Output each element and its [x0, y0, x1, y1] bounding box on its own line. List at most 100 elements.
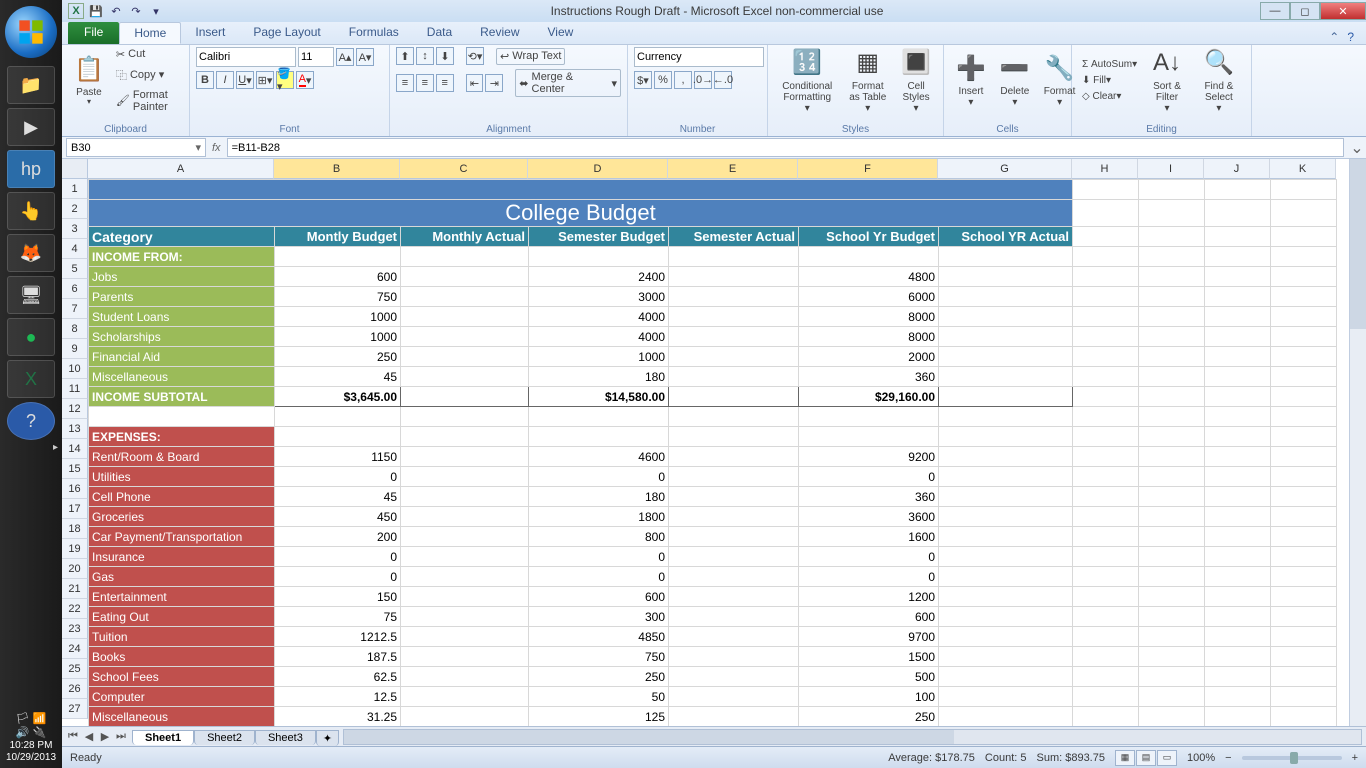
- clock-date[interactable]: 10/29/2013: [0, 752, 62, 763]
- taskbar-app-hp[interactable]: hp: [7, 150, 55, 188]
- row-headers[interactable]: 1234567891011121314151617181920212223242…: [62, 179, 88, 726]
- tray-icons-2[interactable]: 🔊 🔌: [0, 726, 62, 739]
- decrease-indent-icon[interactable]: ⇤: [466, 74, 484, 92]
- sheet-tab-3[interactable]: Sheet3: [255, 730, 316, 745]
- sheet-tab-1[interactable]: Sheet1: [132, 730, 194, 745]
- formula-bar[interactable]: =B11-B28: [227, 138, 1344, 157]
- taskbar-app-spotify[interactable]: ●: [7, 318, 55, 356]
- taskbar-app-touch[interactable]: 👆: [7, 192, 55, 230]
- autosum-button[interactable]: Σ AutoSum▾: [1078, 57, 1141, 72]
- close-button[interactable]: ✕: [1320, 2, 1366, 20]
- zoom-slider[interactable]: [1242, 756, 1342, 760]
- paste-icon: 📋: [74, 53, 104, 87]
- taskbar-help[interactable]: ?: [7, 402, 55, 440]
- underline-button[interactable]: U▾: [236, 71, 254, 89]
- taskbar-app-explorer[interactable]: 📁: [7, 66, 55, 104]
- percent-icon[interactable]: %: [654, 71, 672, 89]
- start-button[interactable]: [5, 6, 57, 58]
- page-layout-view-icon[interactable]: ▤: [1136, 750, 1156, 766]
- font-color-button[interactable]: A▾: [296, 71, 314, 89]
- insert-cells-button[interactable]: ➕Insert▾: [950, 49, 992, 111]
- clear-button[interactable]: ◇ Clear▾: [1078, 89, 1141, 104]
- vertical-scrollbar[interactable]: [1349, 159, 1366, 726]
- align-left-icon[interactable]: ≡: [396, 74, 414, 92]
- taskbar-app-firefox[interactable]: 🦊: [7, 234, 55, 272]
- italic-button[interactable]: I: [216, 71, 234, 89]
- page-break-view-icon[interactable]: ▭: [1157, 750, 1177, 766]
- zoom-level[interactable]: 100%: [1187, 752, 1215, 764]
- expand-formula-bar-icon[interactable]: ⌄: [1348, 137, 1366, 158]
- taskbar-app-excel[interactable]: X: [7, 360, 55, 398]
- tab-insert[interactable]: Insert: [181, 22, 239, 44]
- undo-icon[interactable]: ↶: [108, 3, 124, 19]
- chevron-down-icon[interactable]: ▾: [195, 141, 201, 154]
- align-middle-icon[interactable]: ↕: [416, 47, 434, 65]
- tab-page-layout[interactable]: Page Layout: [239, 22, 334, 44]
- zoom-in-icon[interactable]: +: [1352, 752, 1358, 764]
- align-top-icon[interactable]: ⬆: [396, 47, 414, 65]
- wrap-text-button[interactable]: ↩ Wrap Text: [496, 48, 565, 65]
- currency-icon[interactable]: $▾: [634, 71, 652, 89]
- first-sheet-icon[interactable]: ⏮: [66, 730, 80, 743]
- align-right-icon[interactable]: ≡: [436, 74, 454, 92]
- decrease-decimal-icon[interactable]: ←.0: [714, 71, 732, 89]
- align-center-icon[interactable]: ≡: [416, 74, 434, 92]
- last-sheet-icon[interactable]: ⏭: [114, 730, 128, 743]
- prev-sheet-icon[interactable]: ◀: [82, 730, 96, 743]
- maximize-button[interactable]: ◻: [1290, 2, 1320, 20]
- bold-button[interactable]: B: [196, 71, 214, 89]
- next-sheet-icon[interactable]: ▶: [98, 730, 112, 743]
- fill-color-button[interactable]: 🪣▾: [276, 71, 294, 89]
- tab-view[interactable]: View: [534, 22, 588, 44]
- decrease-font-icon[interactable]: A▾: [356, 48, 374, 66]
- cut-button[interactable]: ✂ Cut: [112, 46, 183, 63]
- scissors-icon: ✂: [116, 48, 125, 61]
- fx-icon[interactable]: fx: [212, 142, 221, 154]
- increase-font-icon[interactable]: A▴: [336, 48, 354, 66]
- new-sheet-button[interactable]: ✦: [316, 730, 339, 746]
- paste-button[interactable]: 📋Paste▾: [68, 50, 110, 110]
- tab-file[interactable]: File: [68, 22, 119, 44]
- align-bottom-icon[interactable]: ⬇: [436, 47, 454, 65]
- copy-button[interactable]: ⿻ Copy ▾: [112, 65, 183, 85]
- name-box[interactable]: B30▾: [66, 138, 206, 157]
- merge-center-button[interactable]: ⬌ Merge & Center ▾: [515, 69, 621, 97]
- find-select-button[interactable]: 🔍Find & Select▾: [1193, 44, 1245, 117]
- save-icon[interactable]: 💾: [88, 3, 104, 19]
- taskbar-app-media[interactable]: ▶: [7, 108, 55, 146]
- format-painter-button[interactable]: 🖌 Format Painter: [112, 87, 183, 115]
- conditional-formatting-button[interactable]: 🔢Conditional Formatting▾: [774, 44, 840, 117]
- taskbar-app-monitor[interactable]: 🖥: [7, 276, 55, 314]
- delete-cells-button[interactable]: ➖Delete▾: [994, 49, 1036, 111]
- format-as-table-button[interactable]: ▦Format as Table▾: [842, 44, 893, 117]
- font-size-select[interactable]: [298, 47, 334, 67]
- cell-styles-button[interactable]: 🔳Cell Styles▾: [895, 44, 937, 117]
- zoom-out-icon[interactable]: −: [1225, 752, 1231, 764]
- sheet-cells[interactable]: College BudgetCategoryMontly BudgetMonth…: [88, 179, 1337, 726]
- select-all-corner[interactable]: [62, 159, 88, 179]
- fill-button[interactable]: ⬇ Fill▾: [1078, 73, 1141, 88]
- increase-indent-icon[interactable]: ⇥: [485, 74, 503, 92]
- normal-view-icon[interactable]: ▦: [1115, 750, 1135, 766]
- tab-review[interactable]: Review: [466, 22, 533, 44]
- tab-home[interactable]: Home: [119, 22, 181, 44]
- sort-filter-button[interactable]: A↓Sort & Filter▾: [1143, 44, 1191, 117]
- orientation-icon[interactable]: ⟲▾: [466, 47, 484, 65]
- column-headers[interactable]: ABCDEFGHIJK: [88, 159, 1336, 179]
- qat-dropdown-icon[interactable]: ▾: [148, 3, 164, 19]
- minimize-ribbon-icon[interactable]: ⌃: [1329, 30, 1339, 44]
- increase-decimal-icon[interactable]: .0→: [694, 71, 712, 89]
- clock-time[interactable]: 10:28 PM: [0, 740, 62, 751]
- tab-data[interactable]: Data: [413, 22, 466, 44]
- sheet-tab-2[interactable]: Sheet2: [194, 730, 255, 745]
- comma-icon[interactable]: ,: [674, 71, 692, 89]
- number-format-select[interactable]: [634, 47, 764, 67]
- horizontal-scrollbar[interactable]: [343, 729, 1362, 745]
- font-name-select[interactable]: [196, 47, 296, 67]
- border-button[interactable]: ⊞▾: [256, 71, 274, 89]
- minimize-button[interactable]: —: [1260, 2, 1290, 20]
- tab-formulas[interactable]: Formulas: [335, 22, 413, 44]
- tray-icons[interactable]: 🏳 📶: [0, 712, 62, 725]
- help-icon[interactable]: ?: [1347, 30, 1354, 44]
- redo-icon[interactable]: ↷: [128, 3, 144, 19]
